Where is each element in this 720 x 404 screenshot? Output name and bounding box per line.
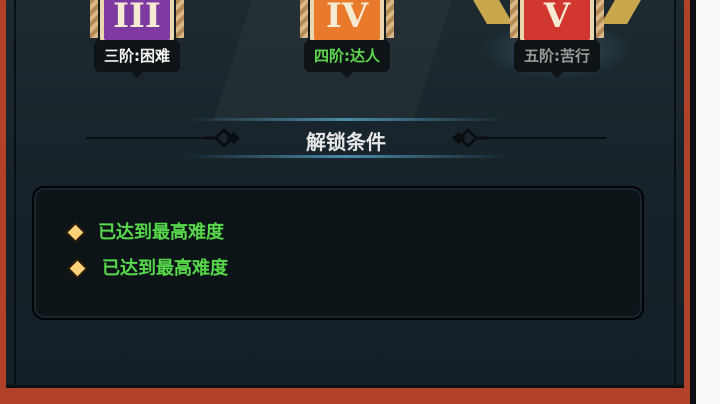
- banner-ribbon-left: [510, 0, 518, 38]
- banner-ribbon-left: [90, 0, 98, 38]
- tier-label: 三阶:困难: [94, 40, 180, 78]
- tier-label: 五阶:苦行: [514, 40, 600, 78]
- tier-banner: III: [90, 0, 184, 44]
- gold-wing-right: [601, 0, 641, 24]
- header-glow-bottom: [186, 155, 506, 158]
- banner-ribbon-right: [596, 0, 604, 38]
- tier-card-4[interactable]: IV 四阶:达人: [282, 0, 412, 80]
- difficulty-panel: III 三阶:困难 IV 四阶:达人 V 五阶:苦行 解锁条件 已达到最高难度 …: [0, 0, 690, 404]
- unlock-conditions-header: 解锁条件: [86, 116, 606, 160]
- section-title: 解锁条件: [306, 130, 386, 154]
- tier-card-3[interactable]: III 三阶:困难: [72, 0, 202, 80]
- header-glow-top: [186, 118, 506, 121]
- tier-numeral: IV: [325, 0, 369, 36]
- viewport-margin: [696, 0, 720, 404]
- tier-card-5[interactable]: V 五阶:苦行: [473, 0, 641, 80]
- frame-bottom-border: [6, 385, 684, 404]
- tier-banner: V: [510, 0, 604, 44]
- condition-text: 已达到最高难度: [98, 222, 224, 243]
- tier-numeral: V: [543, 0, 571, 36]
- gold-wing-left: [473, 0, 513, 24]
- tier-label: 四阶:达人: [304, 40, 390, 78]
- tier-banner: IV: [300, 0, 394, 44]
- banner-ribbon-right: [386, 0, 394, 38]
- diamond-icon: [67, 224, 84, 241]
- unlock-conditions-box: 已达到最高难度 已达到最高难度: [32, 186, 644, 320]
- tier-numeral: III: [113, 0, 161, 36]
- diamond-icon: [69, 260, 86, 277]
- banner-ribbon-right: [176, 0, 184, 38]
- condition-text: 已达到最高难度: [102, 258, 228, 279]
- banner-ribbon-left: [300, 0, 308, 38]
